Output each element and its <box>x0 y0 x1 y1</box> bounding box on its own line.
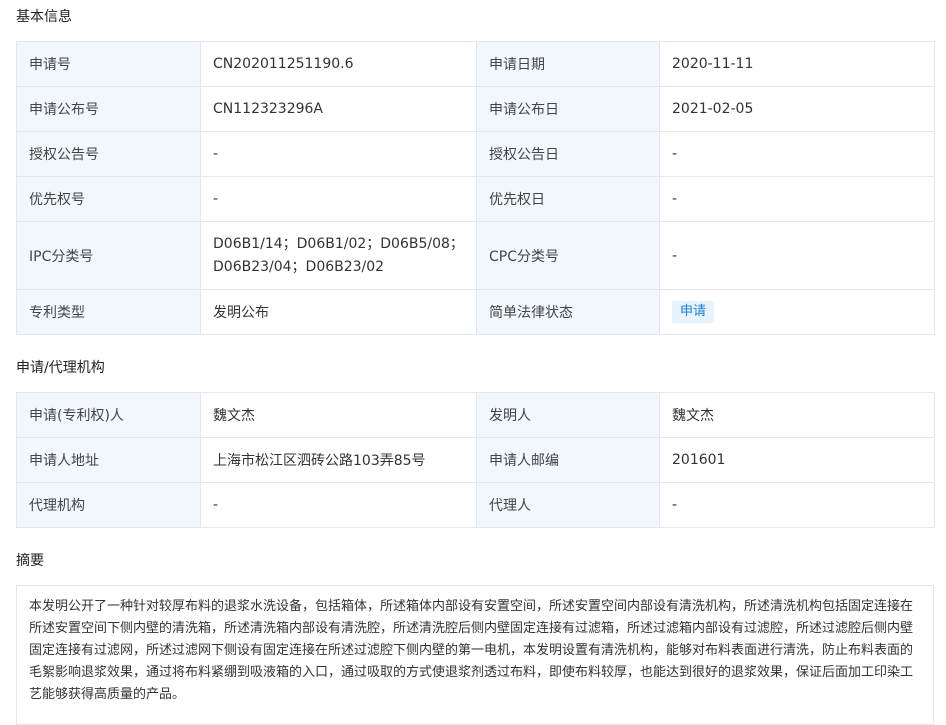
field-label: 申请公布号 <box>16 86 201 132</box>
field-label: 专利类型 <box>16 289 201 335</box>
table-row: 申请号 CN202011251190.6 申请日期 2020-11-11 <box>16 41 935 87</box>
ipc-line-2: D06B23/04；D06B23/02 <box>213 258 385 275</box>
table-row: 授权公告号 - 授权公告日 - <box>16 131 935 177</box>
ipc-line-1: D06B1/14；D06B1/02；D06B5/08； <box>213 235 464 252</box>
field-label: 申请公布日 <box>476 86 660 132</box>
field-label: IPC分类号 <box>16 221 201 290</box>
field-label: 授权公告号 <box>16 131 201 177</box>
agency-table: 申请(专利权)人 魏文杰 发明人 魏文杰 申请人地址 上海市松江区泗砖公路103… <box>16 392 935 528</box>
priority-date: - <box>659 176 935 222</box>
agent: - <box>659 482 935 528</box>
field-label: 授权公告日 <box>476 131 660 177</box>
field-label: 申请(专利权)人 <box>16 392 201 438</box>
field-label: 优先权日 <box>476 176 660 222</box>
applicant-address: 上海市松江区泗砖公路103弄85号 <box>200 437 477 483</box>
field-label: 申请号 <box>16 41 201 87</box>
basic-info-table: 申请号 CN202011251190.6 申请日期 2020-11-11 申请公… <box>16 41 935 335</box>
table-row: 申请人地址 上海市松江区泗砖公路103弄85号 申请人邮编 201601 <box>16 437 935 483</box>
table-row: 专利类型 发明公布 简单法律状态 申请 <box>16 289 935 335</box>
inventor: 魏文杰 <box>659 392 935 438</box>
publication-number: CN112323296A <box>200 86 477 132</box>
field-label: 发明人 <box>476 392 660 438</box>
patent-type: 发明公布 <box>200 289 477 335</box>
status-badge: 申请 <box>672 301 715 323</box>
publication-date: 2021-02-05 <box>659 86 935 132</box>
field-label: 优先权号 <box>16 176 201 222</box>
table-row: 代理机构 - 代理人 - <box>16 482 935 528</box>
applicant-postcode: 201601 <box>659 437 935 483</box>
abstract-text: 本发明公开了一种针对较厚布料的退浆水洗设备，包括箱体，所述箱体内部设有安置空间，… <box>16 585 934 725</box>
applicant: 魏文杰 <box>200 392 477 438</box>
agency-title: 申请/代理机构 <box>16 360 105 376</box>
agency-name: - <box>200 482 477 528</box>
priority-number: - <box>200 176 477 222</box>
application-number: CN202011251190.6 <box>200 41 477 87</box>
field-label: 申请人地址 <box>16 437 201 483</box>
table-row: IPC分类号 D06B1/14；D06B1/02；D06B5/08； D06B2… <box>16 221 935 290</box>
basic-info-title: 基本信息 <box>16 9 72 25</box>
field-label: 申请人邮编 <box>476 437 660 483</box>
ipc-classification: D06B1/14；D06B1/02；D06B5/08； D06B23/04；D0… <box>200 221 477 290</box>
application-date: 2020-11-11 <box>659 41 935 87</box>
field-label: 简单法律状态 <box>476 289 660 335</box>
legal-status-cell: 申请 <box>659 289 935 335</box>
table-row: 申请(专利权)人 魏文杰 发明人 魏文杰 <box>16 392 935 438</box>
field-label: CPC分类号 <box>476 221 660 290</box>
cpc-classification: - <box>659 221 935 290</box>
grant-number: - <box>200 131 477 177</box>
field-label: 代理人 <box>476 482 660 528</box>
table-row: 申请公布号 CN112323296A 申请公布日 2021-02-05 <box>16 86 935 132</box>
abstract-title: 摘要 <box>16 553 44 569</box>
field-label: 申请日期 <box>476 41 660 87</box>
field-label: 代理机构 <box>16 482 201 528</box>
table-row: 优先权号 - 优先权日 - <box>16 176 935 222</box>
grant-date: - <box>659 131 935 177</box>
